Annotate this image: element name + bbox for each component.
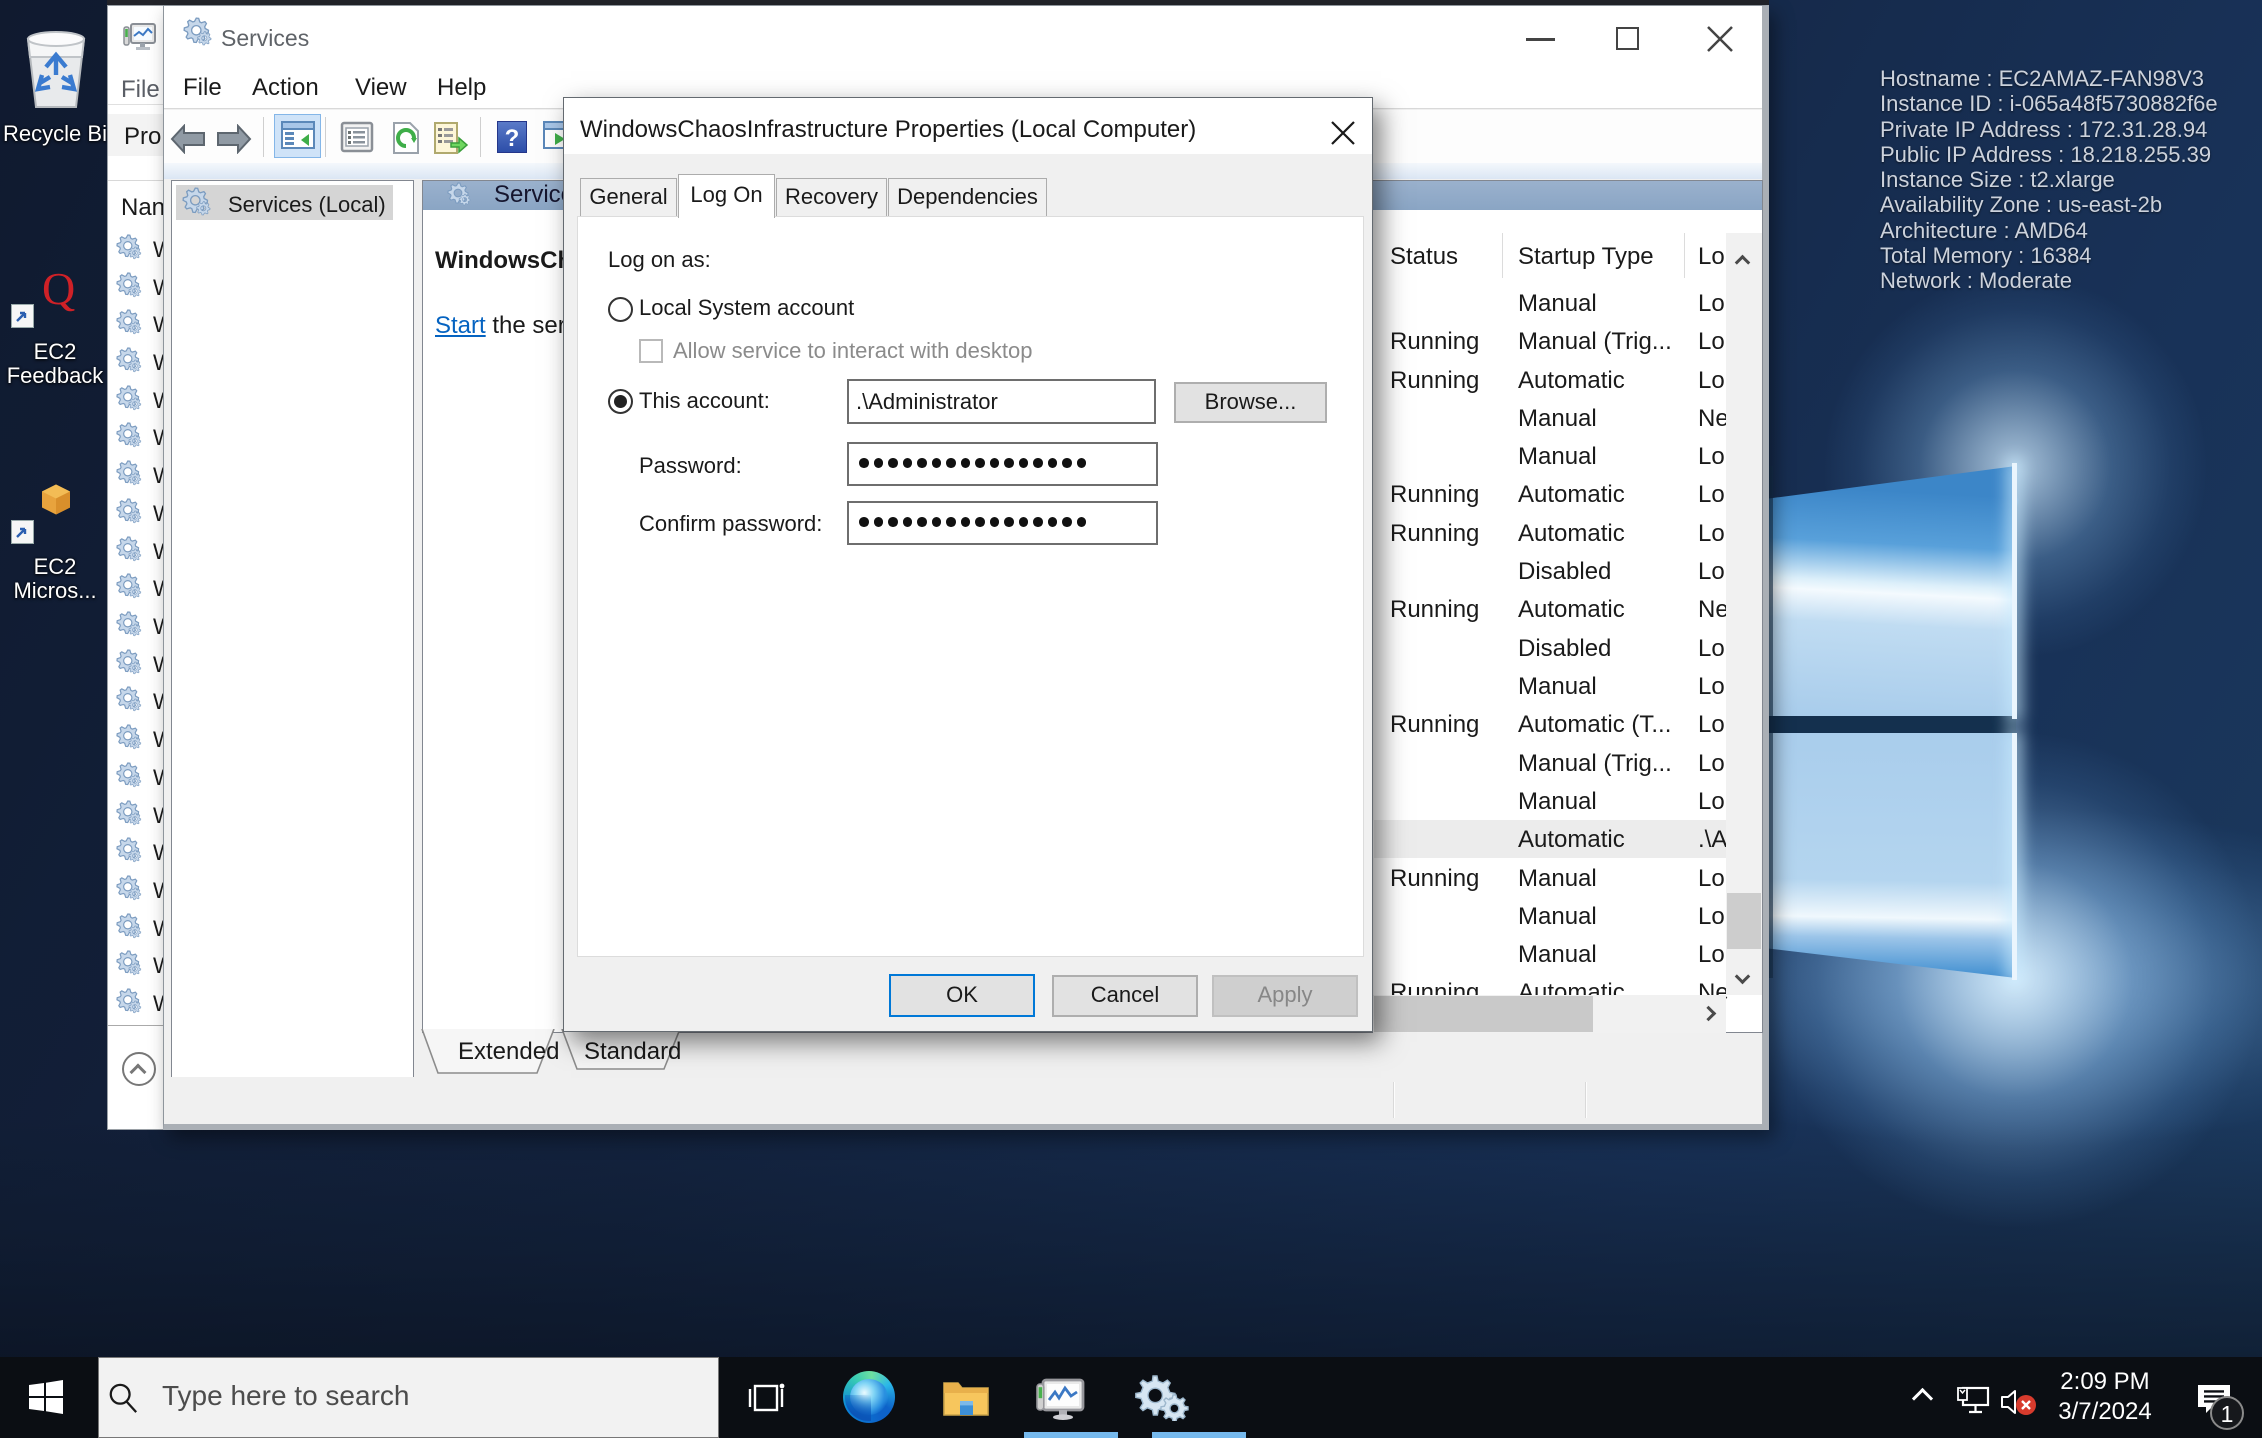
svg-text:Extended: Extended (458, 1038, 559, 1065)
svg-text:Standard: Standard (584, 1038, 681, 1065)
